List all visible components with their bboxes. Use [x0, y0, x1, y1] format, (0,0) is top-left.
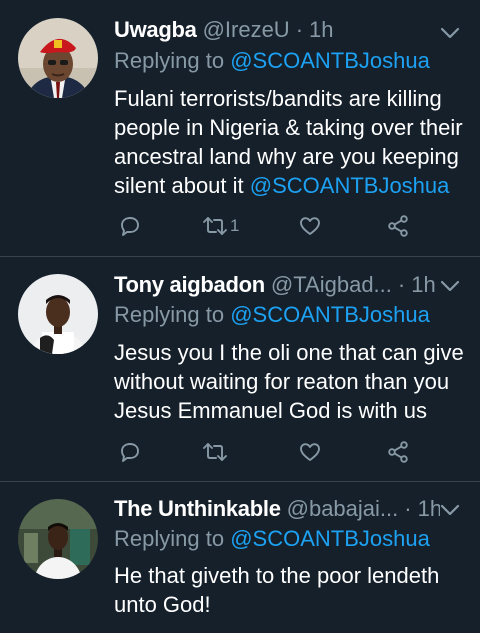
tweet-header: Uwagba @IrezeU · 1h — [114, 17, 440, 47]
tweet-text-line: people in Nigeria & taking over their — [114, 115, 463, 140]
tweet-text-line: unto God! — [114, 592, 211, 617]
tweet-1[interactable]: Uwagba @IrezeU · 1h Replying to @SCOANTB… — [0, 0, 480, 256]
avatar[interactable] — [18, 499, 98, 579]
tweet-header: The Unthinkable @babajai... · 1h — [114, 496, 440, 526]
retweet-count: 1 — [230, 216, 240, 235]
replying-to-mention[interactable]: @SCOANTBJoshua — [230, 48, 430, 73]
like-icon — [300, 443, 320, 461]
tweet-actions: 1 — [114, 211, 434, 241]
user-handle[interactable]: @TAigbad... — [271, 272, 392, 298]
replying-to-label: Replying to — [114, 48, 225, 73]
display-name[interactable]: The Unthinkable — [114, 496, 281, 522]
tweet-text: Jesus you I the oli one that can give wi… — [114, 338, 464, 425]
chevron-down-icon[interactable] — [440, 503, 460, 517]
replying-to-label: Replying to — [114, 526, 225, 551]
replying-to: Replying to @SCOANTBJoshua — [114, 526, 430, 552]
like-button[interactable] — [298, 211, 322, 241]
tweet-text: Fulani terrorists/bandits are killing pe… — [114, 84, 464, 200]
display-name[interactable]: Tony aigbadon — [114, 272, 265, 298]
tweet-text-line: silent about it @SCOANTBJoshua — [114, 171, 464, 200]
replying-to: Replying to @SCOANTBJoshua — [114, 302, 430, 328]
tweet-text-line: Jesus you I the oli one that can give — [114, 340, 464, 365]
tweet-text-line: ancestral land why are you keeping — [114, 144, 459, 169]
avatar[interactable] — [18, 18, 98, 98]
replying-to: Replying to @SCOANTBJoshua — [114, 48, 430, 74]
share-button[interactable] — [386, 211, 410, 241]
chevron-down-icon[interactable] — [440, 279, 460, 293]
retweet-icon — [203, 217, 227, 235]
avatar[interactable] — [18, 274, 98, 354]
timestamp[interactable]: 1h — [411, 272, 435, 298]
replying-to-mention[interactable]: @SCOANTBJoshua — [230, 302, 430, 327]
user-handle[interactable]: @IrezeU — [203, 17, 290, 43]
reply-button[interactable] — [118, 437, 142, 467]
replying-to-label: Replying to — [114, 302, 225, 327]
tweet-text-segment: silent about it — [114, 173, 244, 198]
retweet-button[interactable]: 1 — [202, 211, 239, 241]
share-icon — [388, 441, 408, 463]
tweet-mention[interactable]: @SCOANTBJoshua — [250, 173, 450, 198]
retweet-button[interactable] — [202, 437, 228, 467]
display-name[interactable]: Uwagba — [114, 17, 197, 43]
tweet-actions — [114, 437, 434, 467]
avatar-red-beret-icon — [18, 18, 98, 98]
reply-icon — [121, 217, 139, 236]
reply-icon — [121, 443, 139, 462]
separator-dot: · — [404, 496, 412, 521]
replying-to-mention[interactable]: @SCOANTBJoshua — [230, 526, 430, 551]
like-icon — [300, 217, 320, 235]
share-icon — [388, 215, 408, 237]
timestamp[interactable]: 1h — [418, 496, 440, 522]
tweet-text-line: Fulani terrorists/bandits are killing — [114, 86, 442, 111]
tweet-text-line: He that giveth to the poor lendeth — [114, 563, 440, 588]
separator-dot: · — [397, 272, 406, 297]
tweet-text-line: without waiting for reaton than you — [114, 369, 450, 394]
tweet-3[interactable]: The Unthinkable @babajai... · 1h Replyin… — [0, 482, 480, 633]
chevron-down-icon[interactable] — [440, 26, 460, 40]
like-button[interactable] — [298, 437, 322, 467]
separator-dot: · — [295, 17, 304, 42]
tweet-text: He that giveth to the poor lendeth unto … — [114, 561, 464, 619]
retweet-icon — [203, 443, 227, 461]
avatar-man-white-shirt-icon — [18, 274, 98, 354]
tweet-text-line: Jesus Emmanuel God is with us — [114, 398, 428, 423]
timestamp[interactable]: 1h — [309, 17, 333, 43]
user-handle[interactable]: @babajai... — [287, 496, 399, 522]
tweet-2[interactable]: Tony aigbadon @TAigbad... · 1h Replying … — [0, 257, 480, 481]
avatar-man-indoors-icon — [18, 499, 98, 579]
share-button[interactable] — [386, 437, 410, 467]
reply-button[interactable] — [118, 211, 142, 241]
tweet-header: Tony aigbadon @TAigbad... · 1h — [114, 272, 440, 302]
